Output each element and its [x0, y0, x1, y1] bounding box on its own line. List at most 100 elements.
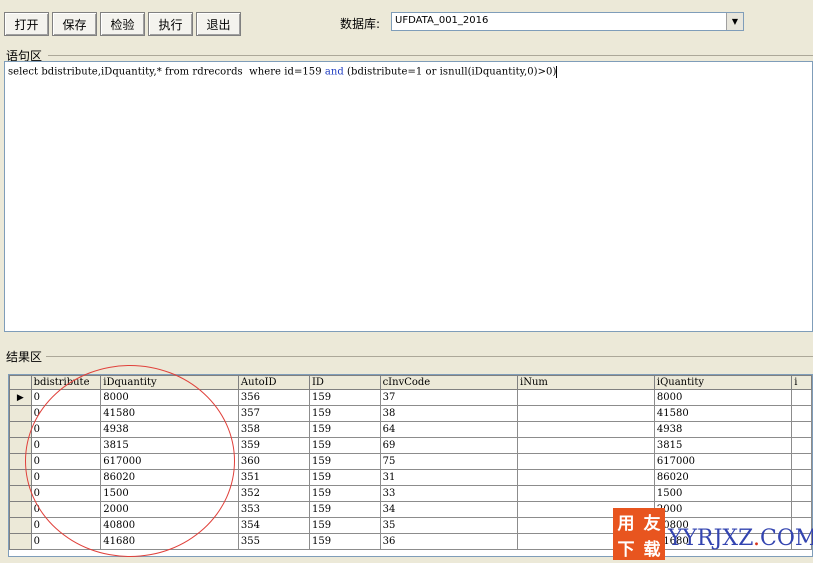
table-cell[interactable]: 159 [308, 469, 381, 486]
table-cell[interactable]: 33 [379, 485, 519, 502]
table-cell[interactable]: 356 [237, 389, 310, 406]
column-header[interactable]: iDquantity [100, 375, 239, 390]
table-cell[interactable]: 0 [30, 469, 102, 486]
row-indicator[interactable] [9, 533, 32, 550]
table-cell[interactable]: 41580 [100, 405, 239, 422]
table-cell[interactable] [517, 421, 655, 438]
table-cell[interactable]: 159 [308, 389, 381, 406]
row-indicator[interactable] [9, 405, 32, 422]
row-indicator[interactable] [9, 453, 32, 470]
table-cell[interactable]: 159 [308, 405, 381, 422]
table-cell[interactable]: 34 [379, 501, 519, 518]
table-cell[interactable]: 357 [237, 405, 310, 422]
table-cell[interactable] [791, 469, 812, 486]
table-cell[interactable]: 159 [308, 437, 381, 454]
table-cell[interactable]: 355 [237, 533, 310, 550]
table-row[interactable]: 0 41580 357 159 38 41580 [9, 405, 812, 422]
table-cell[interactable]: 8000 [653, 389, 793, 406]
table-cell[interactable] [791, 485, 812, 502]
column-header[interactable]: iQuantity [653, 375, 793, 390]
table-cell[interactable]: 354 [237, 517, 310, 534]
table-cell[interactable]: 0 [30, 405, 102, 422]
row-indicator[interactable] [9, 469, 32, 486]
table-cell[interactable]: 86020 [100, 469, 239, 486]
exit-button[interactable]: 退出 [196, 12, 241, 36]
table-row[interactable]: 0 86020 351 159 31 86020 [9, 469, 812, 486]
table-cell[interactable] [517, 469, 655, 486]
table-cell[interactable]: 159 [308, 533, 381, 550]
table-cell[interactable]: 38 [379, 405, 519, 422]
column-header[interactable]: iNum [517, 375, 655, 390]
table-cell[interactable]: 8000 [100, 389, 239, 406]
sql-editor[interactable]: select bdistribute,iDquantity,* from rdr… [4, 61, 813, 332]
table-cell[interactable]: 159 [308, 485, 381, 502]
table-cell[interactable]: 617000 [653, 453, 793, 470]
table-row[interactable]: 0 1500 352 159 33 1500 [9, 485, 812, 502]
table-cell[interactable]: 0 [30, 421, 102, 438]
table-cell[interactable]: 0 [30, 453, 102, 470]
table-row[interactable]: 0 2000 353 159 34 2000 [9, 501, 812, 518]
table-cell[interactable]: 159 [308, 453, 381, 470]
row-indicator[interactable] [9, 421, 32, 438]
table-cell[interactable] [791, 421, 812, 438]
table-cell[interactable]: 159 [308, 501, 381, 518]
table-cell[interactable] [791, 405, 812, 422]
open-button[interactable]: 打开 [4, 12, 49, 36]
table-row[interactable]: 0 3815 359 159 69 3815 [9, 437, 812, 454]
table-cell[interactable]: 359 [237, 437, 310, 454]
table-cell[interactable] [791, 437, 812, 454]
table-cell[interactable]: 37 [379, 389, 519, 406]
database-select[interactable]: UFDATA_001_2016 ▼ [391, 12, 744, 31]
row-indicator[interactable] [9, 437, 32, 454]
save-button[interactable]: 保存 [52, 12, 97, 36]
table-cell[interactable]: 40800 [100, 517, 239, 534]
column-header[interactable]: cInvCode [379, 375, 519, 390]
execute-button[interactable]: 执行 [148, 12, 193, 36]
table-cell[interactable]: 617000 [100, 453, 239, 470]
table-cell[interactable]: 353 [237, 501, 310, 518]
table-cell[interactable]: 64 [379, 421, 519, 438]
check-button[interactable]: 检验 [100, 12, 145, 36]
chevron-down-icon[interactable]: ▼ [726, 13, 743, 30]
row-indicator[interactable] [9, 501, 32, 518]
table-cell[interactable]: 35 [379, 517, 519, 534]
table-row[interactable]: ▶ 0 8000 356 159 37 8000 [9, 389, 812, 406]
table-cell[interactable] [517, 389, 655, 406]
table-cell[interactable]: 352 [237, 485, 310, 502]
table-row[interactable]: 0 4938 358 159 64 4938 [9, 421, 812, 438]
column-header[interactable]: i [791, 375, 812, 390]
table-cell[interactable]: 159 [308, 517, 381, 534]
table-cell[interactable]: 2000 [653, 501, 793, 518]
table-cell[interactable] [791, 453, 812, 470]
table-cell[interactable]: 0 [30, 485, 102, 502]
table-cell[interactable] [517, 485, 655, 502]
table-cell[interactable]: 3815 [100, 437, 239, 454]
column-header[interactable]: ID [308, 375, 381, 390]
table-cell[interactable]: 0 [30, 437, 102, 454]
table-cell[interactable]: 159 [308, 421, 381, 438]
column-header[interactable]: bdistribute [30, 375, 102, 390]
table-cell[interactable]: 360 [237, 453, 310, 470]
table-cell[interactable]: 4938 [653, 421, 793, 438]
table-cell[interactable] [517, 437, 655, 454]
table-cell[interactable]: 0 [30, 501, 102, 518]
table-cell[interactable]: 0 [30, 533, 102, 550]
table-cell[interactable]: 36 [379, 533, 519, 550]
table-cell[interactable]: 69 [379, 437, 519, 454]
table-cell[interactable]: 86020 [653, 469, 793, 486]
table-cell[interactable] [791, 501, 812, 518]
table-cell[interactable]: 41580 [653, 405, 793, 422]
table-cell[interactable] [791, 389, 812, 406]
table-row[interactable]: 0 617000 360 159 75 617000 [9, 453, 812, 470]
row-indicator[interactable]: ▶ [9, 389, 32, 406]
table-cell[interactable]: 3815 [653, 437, 793, 454]
table-cell[interactable]: 351 [237, 469, 310, 486]
row-indicator[interactable] [9, 485, 32, 502]
row-indicator[interactable] [9, 517, 32, 534]
column-header[interactable]: AutoID [237, 375, 310, 390]
table-cell[interactable]: 2000 [100, 501, 239, 518]
table-cell[interactable]: 1500 [100, 485, 239, 502]
table-cell[interactable]: 0 [30, 517, 102, 534]
table-cell[interactable] [517, 405, 655, 422]
table-cell[interactable]: 41680 [100, 533, 239, 550]
